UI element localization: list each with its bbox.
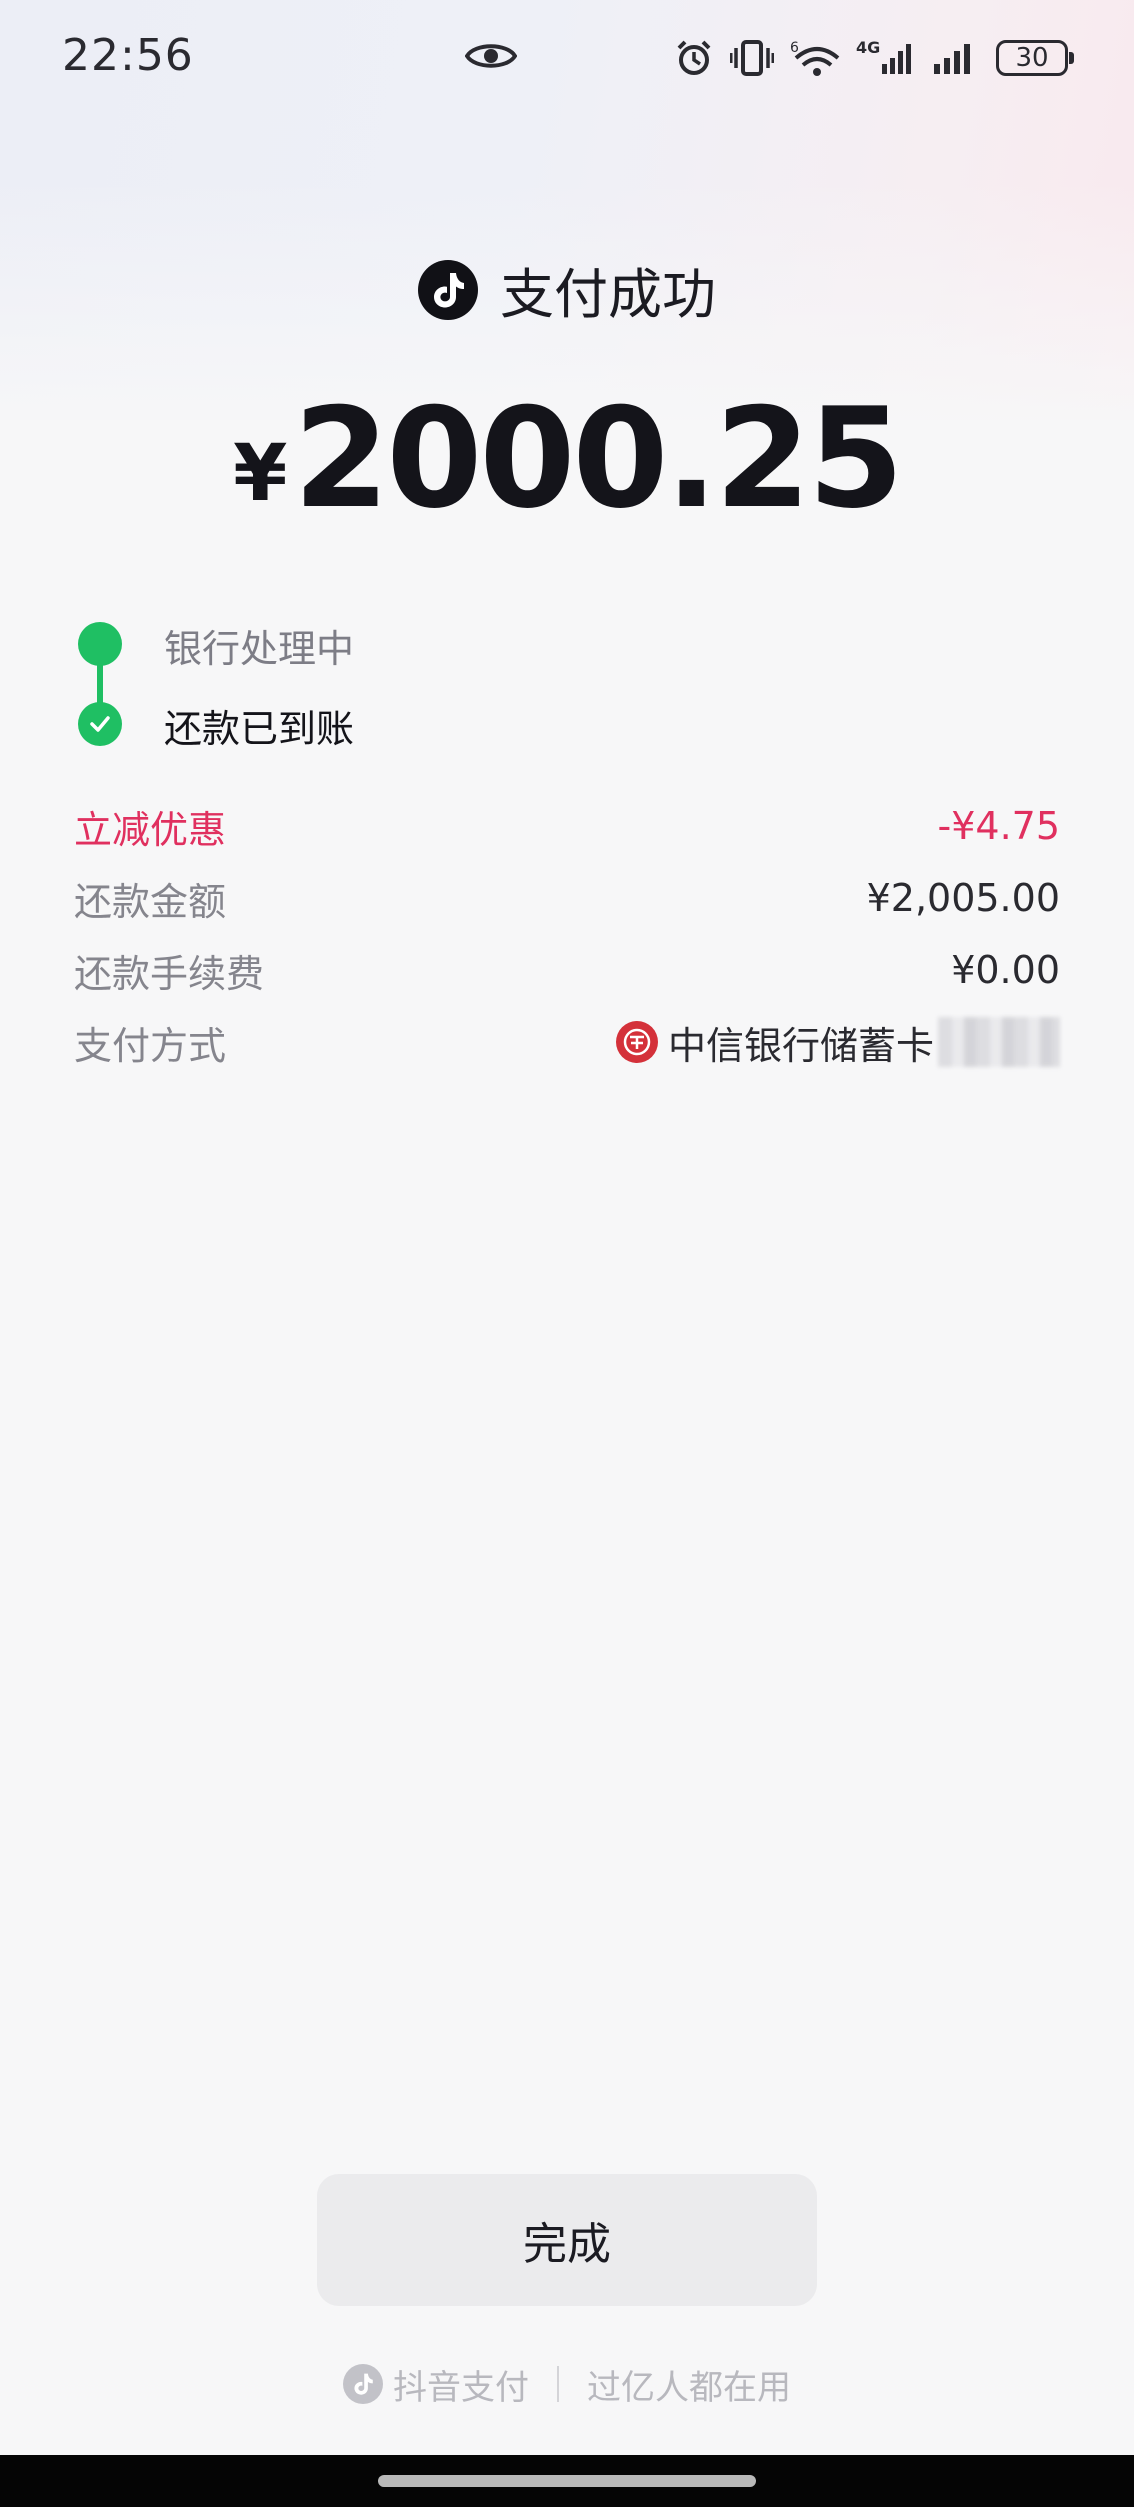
detail-row-fee: 还款手续费 ¥0.00 (74, 934, 1060, 1006)
progress-step-processing: 银行处理中 (164, 627, 355, 671)
discount-label: 立减优惠 (74, 807, 227, 852)
wifi-icon: 6 (790, 40, 840, 76)
repayment-amount-label: 还款金额 (74, 879, 227, 924)
cellular-signal-icon (934, 44, 970, 74)
payment-header: 支付成功 (0, 250, 1134, 329)
progress-step-arrived: 还款已到账 (164, 707, 355, 751)
wifi-label: 6 (790, 40, 799, 56)
fee-value: ¥0.00 (951, 948, 1060, 992)
payment-amount: ¥2000.25 (0, 378, 1134, 539)
citic-bank-icon (615, 1021, 658, 1063)
eye-icon (465, 44, 517, 68)
network-label: 4G (856, 38, 880, 57)
card-number-mask (938, 1017, 1060, 1067)
footer-brand: 抖音支付 (343, 2360, 529, 2409)
payment-details: 立减优惠 -¥4.75 还款金额 ¥2,005.00 还款手续费 ¥0.00 支… (74, 790, 1060, 1078)
footer-brand-name: 抖音支付 (393, 2367, 529, 2408)
footer: 抖音支付 过亿人都在用 (0, 2356, 1134, 2412)
status-bar: 22:56 6 4G 30 (0, 0, 1134, 116)
discount-value: -¥4.75 (937, 804, 1061, 848)
done-button[interactable]: 完成 (317, 2174, 817, 2306)
page-title: 支付成功 (500, 263, 716, 326)
douyin-logo-icon (418, 259, 478, 320)
progress-check-icon (78, 702, 122, 746)
fee-label: 还款手续费 (74, 951, 265, 996)
battery-icon: 30 (996, 40, 1074, 76)
currency-symbol: ¥ (233, 429, 288, 519)
progress-dot-processing (78, 622, 122, 666)
footer-slogan: 过亿人都在用 (587, 2367, 791, 2408)
status-time: 22:56 (62, 30, 194, 81)
footer-divider (557, 2366, 559, 2402)
detail-row-discount: 立减优惠 -¥4.75 (74, 790, 1060, 862)
repayment-amount-value: ¥2,005.00 (866, 876, 1060, 920)
status-icons: 6 4G 30 (674, 30, 1074, 86)
douyin-pay-logo-icon (343, 2364, 383, 2404)
detail-row-repayment-amount: 还款金额 ¥2,005.00 (74, 862, 1060, 934)
bank-card-name: 中信银行储蓄卡 (667, 1023, 934, 1068)
home-indicator[interactable] (378, 2475, 756, 2487)
battery-level: 30 (1015, 43, 1049, 73)
payment-method-value: 中信银行储蓄卡 (615, 1015, 1060, 1070)
detail-row-payment-method: 支付方式 中信银行储蓄卡 (74, 1006, 1060, 1078)
alarm-icon (677, 40, 711, 75)
vibrate-icon (730, 40, 774, 76)
amount-value: 2000.25 (293, 378, 904, 539)
cellular-4g-icon: 4G (856, 38, 911, 74)
payment-method-label: 支付方式 (74, 1023, 227, 1068)
